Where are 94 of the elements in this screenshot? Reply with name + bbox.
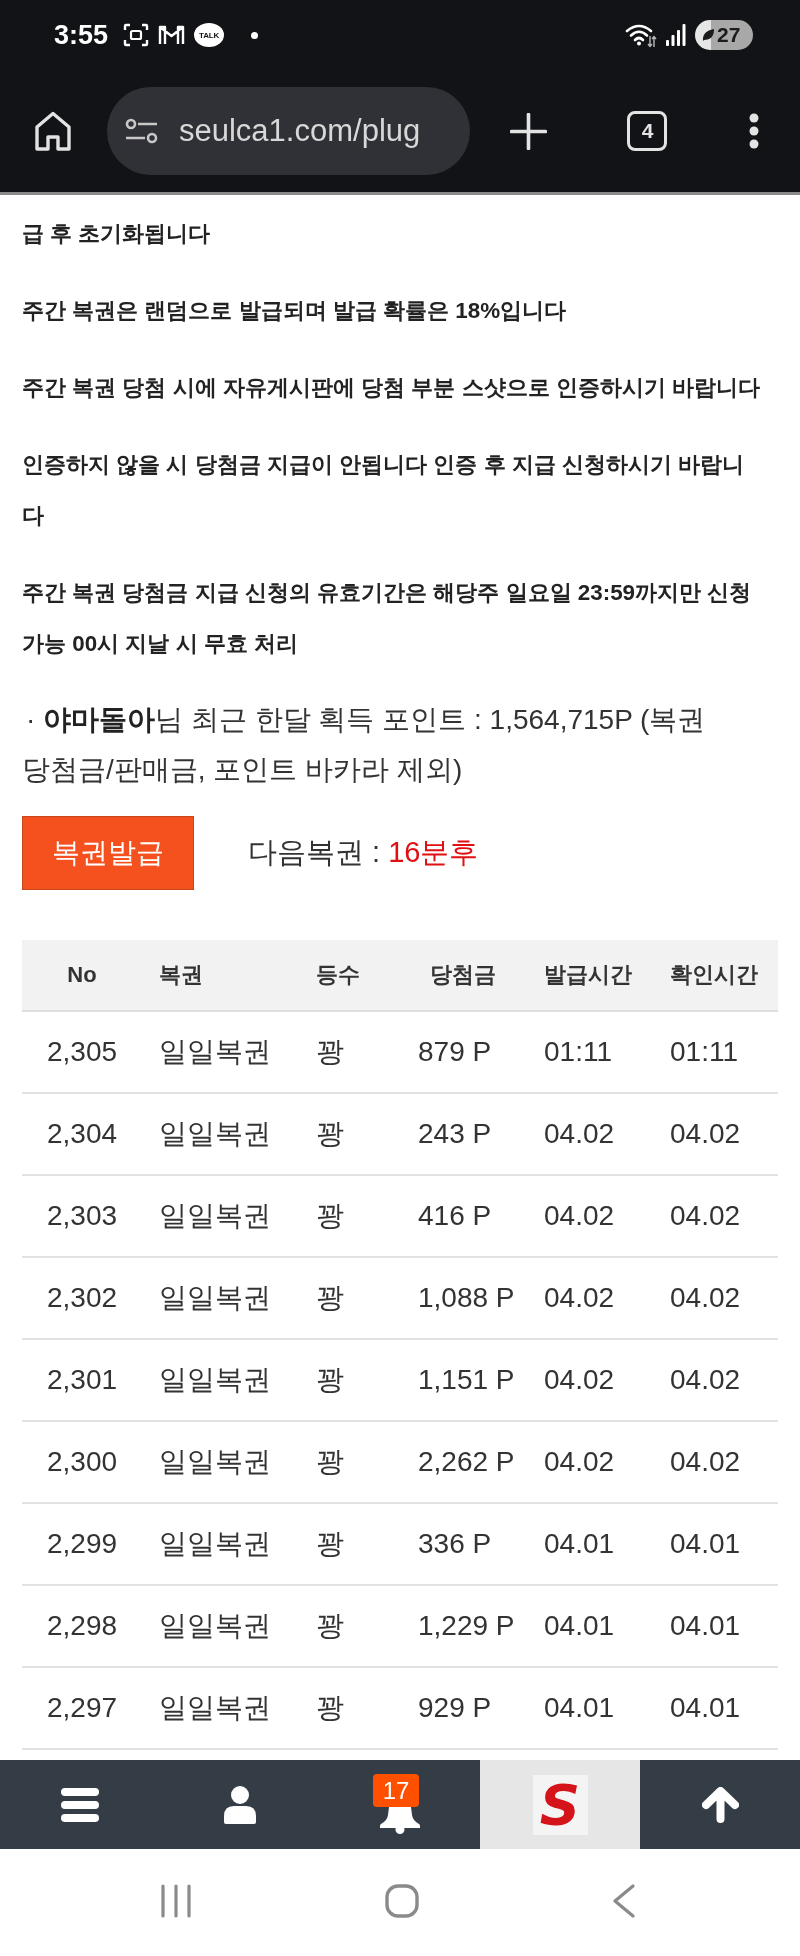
- table-cell-text: 일일복권: [159, 1199, 271, 1233]
- table-cell-text: 꽝: [316, 1035, 344, 1069]
- points-summary: · 야마돌아님 최근 한달 획득 포인트 : 1,564,715P (복권 당첨금/판매금, 포인트 바카라 제외): [22, 703, 707, 787]
- leaf-icon: [701, 27, 715, 43]
- table-cell: 2,301: [46, 1364, 118, 1396]
- table-cell: 2,297: [46, 1692, 118, 1724]
- table-cell: 243 P: [418, 1118, 492, 1150]
- logo-link[interactable]: S: [480, 1760, 640, 1849]
- table-cell-text: 꽝: [316, 1527, 344, 1561]
- tune-icon[interactable]: [125, 118, 158, 144]
- address-bar[interactable]: seulca1.com/plug: [107, 87, 470, 175]
- wifi-icon: [625, 22, 657, 48]
- table-cell-text: 일일복권: [159, 1363, 271, 1397]
- table-cell: 2,305: [46, 1036, 118, 1068]
- table-cell: 04.02: [670, 1364, 741, 1396]
- menu-icon[interactable]: [61, 1787, 99, 1822]
- table-cell: 2,300: [46, 1446, 118, 1478]
- table-cell: 1,151 P: [418, 1364, 515, 1396]
- table-cell-text: 꽝: [316, 1445, 344, 1479]
- table-cell: 04.01: [544, 1528, 615, 1560]
- table-cell: 2,302: [46, 1282, 118, 1314]
- next-lottery-label: 다음복권 :: [248, 835, 381, 870]
- signal-icon: [666, 24, 686, 46]
- site-logo: S: [532, 1774, 588, 1835]
- bell-icon[interactable]: [380, 1807, 420, 1834]
- table-cell: 1,229 P: [418, 1610, 515, 1642]
- table-cell: 2,298: [46, 1610, 118, 1642]
- table-cell: 416 P: [418, 1200, 492, 1232]
- notice-text: 급 후 초기화됩니다: [22, 220, 212, 248]
- table-cell-text: 일일복권: [159, 1117, 271, 1151]
- table-cell: 04.01: [670, 1692, 741, 1724]
- column-header: 등수: [316, 961, 360, 989]
- table-cell: 04.02: [670, 1282, 741, 1314]
- column-header: 확인시간: [670, 961, 758, 989]
- notice-text: 주간 복권 당첨금 지급 신청의 유효기간은 해당주 일요일 23:59까지만 신청 가능 00시 지날 시 무효 처리: [22, 579, 753, 658]
- table-cell: 04.02: [670, 1118, 741, 1150]
- table-cell-text: 꽝: [316, 1281, 344, 1315]
- table-cell: 2,304: [46, 1118, 118, 1150]
- clock-time: 3:55: [54, 19, 109, 51]
- plus-icon[interactable]: [510, 112, 548, 150]
- table-cell: 04.02: [544, 1282, 615, 1314]
- table-cell-text: 꽝: [316, 1117, 344, 1151]
- notification-dot-icon: [251, 31, 259, 39]
- table-cell-text: 일일복권: [159, 1281, 271, 1315]
- back-icon[interactable]: [612, 1883, 635, 1918]
- table-cell: 336 P: [418, 1528, 492, 1560]
- more-menu-icon[interactable]: [747, 113, 760, 149]
- recent-apps-icon[interactable]: [161, 1883, 191, 1918]
- table-cell: 04.02: [670, 1446, 741, 1478]
- battery-percent: 27: [717, 23, 741, 47]
- table-cell-text: 꽝: [316, 1609, 344, 1643]
- table-cell: 879 P: [418, 1036, 492, 1068]
- table-cell: 04.01: [670, 1610, 741, 1642]
- table-cell: 01:11: [670, 1036, 738, 1068]
- column-header: 발급시간: [544, 961, 632, 989]
- table-cell: 04.01: [544, 1692, 615, 1724]
- talk-bubble-icon: TALK: [194, 23, 225, 47]
- url-text: seulca1.com/plug: [179, 113, 421, 149]
- user-icon[interactable]: [224, 1785, 256, 1824]
- table-cell-text: 꽝: [316, 1199, 344, 1233]
- notice-text: 인증하지 않을 시 당첨금 지급이 안됩니다 인증 후 지급 신청하시기 바랍니다: [22, 451, 746, 530]
- notice-text: 주간 복권 당첨 시에 자유게시판에 당첨 부분 스샷으로 인증하시기 바랍니다: [22, 374, 761, 402]
- table-cell: 929 P: [418, 1692, 492, 1724]
- table-cell-text: 일일복권: [159, 1445, 271, 1479]
- notice-text: 주간 복권은 랜덤으로 발급되며 발급 확률은 18%입니다: [22, 297, 568, 325]
- home-icon[interactable]: [35, 111, 71, 151]
- next-lottery-countdown: 16분후: [388, 835, 479, 870]
- table-cell-text: 일일복권: [159, 1035, 271, 1069]
- table-cell: 04.02: [544, 1364, 615, 1396]
- table-cell: 1,088 P: [418, 1282, 515, 1314]
- column-header: 당첨금: [430, 961, 496, 989]
- column-header: 복권: [159, 961, 203, 989]
- mail-icon: [158, 24, 186, 46]
- table-cell-text: 일일복권: [159, 1691, 271, 1725]
- table-cell: 2,262 P: [418, 1446, 515, 1478]
- table-cell: 2,299: [46, 1528, 118, 1560]
- table-cell: 04.02: [670, 1200, 741, 1232]
- table-cell: 04.02: [544, 1118, 615, 1150]
- table-cell: 01:11: [544, 1036, 612, 1068]
- nav-home-icon[interactable]: [384, 1883, 419, 1918]
- tab-count-button[interactable]: 4: [627, 111, 668, 151]
- table-cell-text: 꽝: [316, 1691, 344, 1725]
- table-cell: 2,303: [46, 1200, 118, 1232]
- table-cell: 04.02: [544, 1200, 615, 1232]
- column-header: No: [67, 962, 97, 988]
- table-cell: 04.02: [544, 1446, 615, 1478]
- notification-badge: 17: [373, 1774, 419, 1807]
- screenshot-icon: [123, 23, 150, 47]
- table-cell-text: 꽝: [316, 1363, 344, 1397]
- table-cell-text: 일일복권: [159, 1527, 271, 1561]
- table-cell-text: 일일복권: [159, 1609, 271, 1643]
- arrow-up-icon[interactable]: [701, 1786, 739, 1823]
- table-cell: 04.01: [670, 1528, 741, 1560]
- table-cell: 04.01: [544, 1610, 615, 1642]
